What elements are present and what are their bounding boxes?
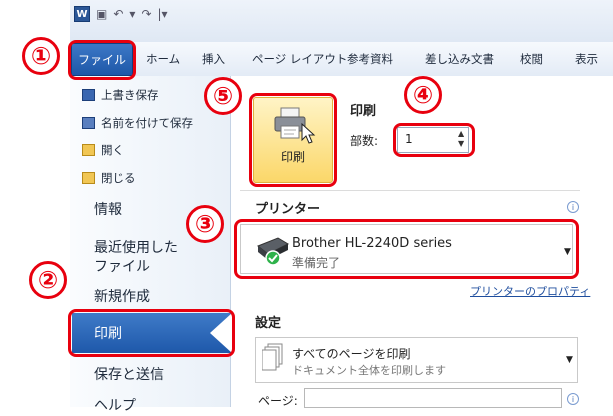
save-icon[interactable]: ▣ [96,7,107,21]
print-range-label: すべてのページを印刷 [292,347,411,361]
tab-page-layout[interactable]: ページ レイアウト [252,51,347,67]
tab-mailings[interactable]: 差し込み文書 [425,51,494,67]
backstage-cmd-label: 上書き保存 [101,88,159,102]
save-as-icon [82,117,95,129]
tab-review[interactable]: 校閲 [520,51,543,67]
backstage-item-save-send[interactable]: 保存と送信 [94,366,164,385]
backstage-cmd-save[interactable]: 上書き保存 [82,87,159,103]
pages-input[interactable] [304,388,562,408]
annotation-number-4: ④ [404,76,442,114]
printer-properties-link[interactable]: プリンターのプロパティ [470,283,590,299]
undo-dropdown-icon[interactable]: ▾ [129,7,135,21]
backstage-cmd-label: 閉じる [101,171,136,185]
copies-label: 部数: [350,134,379,148]
backstage-cmd-label: 開く [101,143,124,157]
annotation-number-5: ⑤ [204,77,242,115]
highlight-file-tab [68,40,136,80]
pages-label: ページ: [258,394,298,408]
annotation-number-1: ① [22,37,60,75]
tab-home[interactable]: ホーム [146,51,180,67]
backstage-cmd-label: 名前を付けて保存 [101,116,193,130]
highlight-printer-select [234,219,579,279]
tab-view[interactable]: 表示 [575,51,598,67]
customize-qat-icon[interactable]: |▾ [158,7,168,21]
backstage-item-new[interactable]: 新規作成 [94,288,150,307]
printer-section-title: プリンター [255,202,321,217]
highlight-copies-input [393,123,475,157]
undo-icon[interactable]: ↶ [113,7,123,21]
backstage-cmd-save-as[interactable]: 名前を付けて保存 [82,115,193,131]
backstage-item-info[interactable]: 情報 [94,201,122,220]
highlight-print-button [249,93,337,187]
settings-section-title: 設定 [255,316,282,331]
info-icon[interactable]: i [567,393,579,405]
chevron-down-icon[interactable]: ▼ [566,355,573,365]
tab-insert[interactable]: 挿入 [202,51,225,67]
folder-close-icon [82,172,95,184]
info-icon[interactable]: i [567,201,579,213]
highlight-print-item [68,309,235,357]
redo-icon[interactable]: ↷ [141,7,151,21]
pages-icon [262,343,283,371]
backstage-cmd-open[interactable]: 開く [82,142,124,158]
save-icon [82,89,95,101]
backstage-item-recent[interactable]: 最近使用した ファイル [94,239,178,277]
annotation-number-2: ② [29,261,67,299]
backstage-cmd-close[interactable]: 閉じる [82,170,136,186]
quick-access-toolbar: W ▣ ↶ ▾ ↷ |▾ [74,6,168,22]
print-range-description: ドキュメント全体を印刷します [292,364,446,377]
tab-references[interactable]: 参考資料 [347,51,393,67]
folder-open-icon [82,144,95,156]
word-app-icon: W [74,6,90,22]
annotation-number-3: ③ [186,205,224,243]
separator [240,190,580,191]
print-section-title: 印刷 [350,104,377,119]
